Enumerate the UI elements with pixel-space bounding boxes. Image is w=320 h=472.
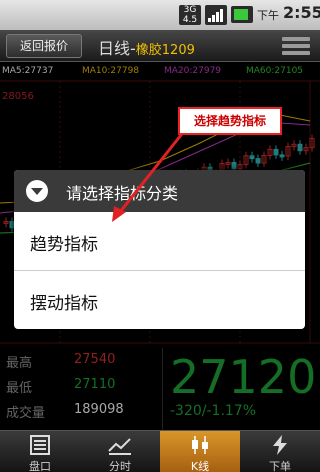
annotation-callout: 选择趋势指标 (178, 107, 282, 135)
callout-arrow (112, 129, 187, 222)
